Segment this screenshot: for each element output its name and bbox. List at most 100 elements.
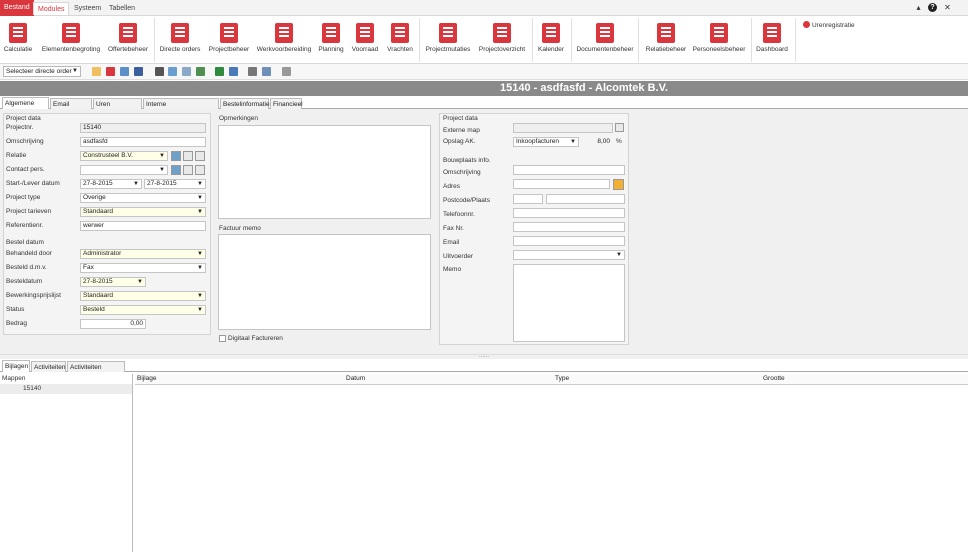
start-date-field[interactable]: 27-8-2015 ▼ (80, 179, 142, 189)
col-datum[interactable]: Datum (346, 375, 365, 384)
projectnr-label: Projectnr. (6, 124, 34, 131)
voorraad-label: Voorraad (351, 46, 379, 53)
telefoonnr-field[interactable] (513, 208, 625, 218)
contact-edit-icon[interactable] (183, 165, 193, 175)
projectbeheer-button[interactable]: Projectbeheer (207, 20, 251, 62)
kalender-button[interactable]: Kalender (535, 20, 567, 62)
dashboard-button[interactable]: Dashboard (754, 20, 790, 62)
list-icon[interactable] (168, 67, 177, 76)
relatie-add-icon[interactable] (195, 151, 205, 161)
tab-email-bijlagen[interactable]: Email bijlagen (50, 98, 92, 119)
relatie-edit-icon[interactable] (183, 151, 193, 161)
status-value: Besteld (83, 306, 105, 313)
bedrag-field[interactable]: 0,00 (80, 319, 146, 329)
tab-financieel[interactable]: Financieel (270, 98, 303, 109)
elementenbegroting-button[interactable]: Elementenbegroting (40, 20, 102, 62)
save-icon[interactable] (134, 67, 143, 76)
externe-map-field[interactable] (513, 123, 613, 133)
opmerkingen-memo[interactable] (218, 125, 431, 219)
collapse-ribbon-icon[interactable]: ▴ (914, 3, 923, 12)
bewerkingsprijslijst-value: Standaard (83, 292, 113, 299)
postcode-field[interactable] (513, 194, 543, 204)
besteldatum-field[interactable]: 27-8-2015 ▼ (80, 277, 146, 287)
documentenbeheer-button[interactable]: Documentenbeheer (575, 20, 635, 62)
menu-tab-bestand[interactable]: Bestand (0, 0, 34, 16)
omschrijving-field[interactable]: asdfasfd (80, 137, 206, 147)
plaats-field[interactable] (546, 194, 625, 204)
select-order-dropdown[interactable]: Selecteer directe order ▼ (3, 66, 81, 77)
offertebeheer-button[interactable]: Offertebeheer (106, 20, 150, 62)
print-icon[interactable] (248, 67, 257, 76)
fax-field[interactable] (513, 222, 625, 232)
opslag-value[interactable]: 8,00 (581, 137, 613, 147)
toolbar: Selecteer directe order ▼ (0, 64, 968, 80)
digitaal-factureren-checkbox[interactable] (219, 335, 226, 342)
contact-select[interactable]: ▼ (80, 165, 168, 175)
opmerkingen-label: Opmerkingen (219, 115, 259, 122)
menu-tab-modules[interactable]: Modules (33, 2, 70, 15)
mail-icon[interactable] (196, 67, 205, 76)
document-icon[interactable] (182, 67, 191, 76)
help-icon[interactable]: ? (928, 3, 937, 12)
relatie-select[interactable]: Construsteel B.V. ▼ (80, 151, 168, 161)
close-icon[interactable]: ✕ (943, 3, 952, 12)
contact-lookup-icon[interactable] (171, 165, 181, 175)
besteldatum-value: 27-8-2015 (83, 278, 113, 285)
projectnr-field[interactable]: 15140 (80, 123, 206, 133)
factuur-memo[interactable] (218, 234, 431, 330)
refresh-icon[interactable] (282, 67, 291, 76)
tab-bijlagen[interactable]: Bijlagen (2, 360, 30, 372)
col-bijlage[interactable]: Bijlage (137, 375, 157, 384)
behandeld-door-select[interactable]: Administrator ▼ (80, 249, 206, 259)
relatiebeheer-button[interactable]: Relatiebeheer (643, 20, 689, 62)
lever-date-field[interactable]: 27-8-2015 ▼ (144, 179, 206, 189)
adres-field[interactable] (513, 179, 610, 189)
tab-bestelinformatie[interactable]: Bestelinformatie (220, 98, 270, 109)
personeelsbeheer-button[interactable]: Personeelsbeheer (691, 20, 747, 62)
vrachten-button[interactable]: Vrachten (385, 20, 415, 62)
status-select[interactable]: Besteld ▼ (80, 305, 206, 315)
voorraad-button[interactable]: Voorraad (350, 20, 380, 62)
besteld-dmv-select[interactable]: Fax ▼ (80, 263, 206, 273)
page-title: 15140 - asdfasfd - Alcomtek B.V. (0, 81, 968, 96)
tree-icon[interactable] (120, 67, 129, 76)
filter-icon[interactable] (155, 67, 164, 76)
opslag-select[interactable]: Inkoopfacturen ▼ (513, 137, 579, 147)
export-icon[interactable] (229, 67, 238, 76)
werkvoorbereiding-button[interactable]: Werkvoorbereiding (255, 20, 313, 62)
menu-tab-tabellen[interactable]: Tabellen (105, 2, 139, 15)
uitvoerder-select[interactable]: ▼ (513, 250, 625, 260)
excel-icon[interactable] (215, 67, 224, 76)
project-type-select[interactable]: Overige ▼ (80, 193, 206, 203)
contact-add-icon[interactable] (195, 165, 205, 175)
col-grootte[interactable]: Grootte (763, 375, 785, 384)
tab-uren-registratie[interactable]: Uren registratie (93, 98, 142, 119)
externe-map-label: Externe map (443, 127, 480, 134)
calculatie-button[interactable]: Calculatie (3, 20, 33, 62)
tab-activiteiten[interactable]: Activiteiten (31, 361, 66, 372)
projectmutaties-button[interactable]: Projectmutaties (423, 20, 473, 62)
projectoverzicht-button[interactable]: Projectoverzicht (476, 20, 528, 62)
urenregistratie-button[interactable]: Urenregistratie (803, 21, 855, 29)
contact-label: Contact pers. (6, 166, 45, 173)
delete-icon[interactable] (106, 67, 115, 76)
map-icon[interactable] (613, 179, 624, 190)
bouw-omschrijving-field[interactable] (513, 165, 625, 175)
directe-orders-button[interactable]: Directe orders (158, 20, 202, 62)
tab-algemene-info[interactable]: Algemene info. (2, 97, 49, 118)
col-type[interactable]: Type (555, 375, 569, 384)
referentienr-field[interactable]: werwer (80, 221, 206, 231)
tab-interne-projectverbruiken[interactable]: Interne projectverbruiken (143, 98, 219, 119)
tree-item[interactable] (0, 384, 132, 394)
email-field[interactable] (513, 236, 625, 246)
print-preview-icon[interactable] (262, 67, 271, 76)
new-icon[interactable] (92, 67, 101, 76)
bewerkingsprijslijst-select[interactable]: Standaard ▼ (80, 291, 206, 301)
tab-activiteiten-historie[interactable]: Activiteiten Historie (67, 361, 125, 382)
project-tarieven-select[interactable]: Standaard ▼ (80, 207, 206, 217)
relatie-lookup-icon[interactable] (171, 151, 181, 161)
menu-tab-systeem[interactable]: Systeem (70, 2, 105, 15)
browse-folder-icon[interactable] (615, 123, 624, 132)
bouw-memo[interactable] (513, 264, 625, 342)
planning-button[interactable]: Planning (317, 20, 345, 62)
